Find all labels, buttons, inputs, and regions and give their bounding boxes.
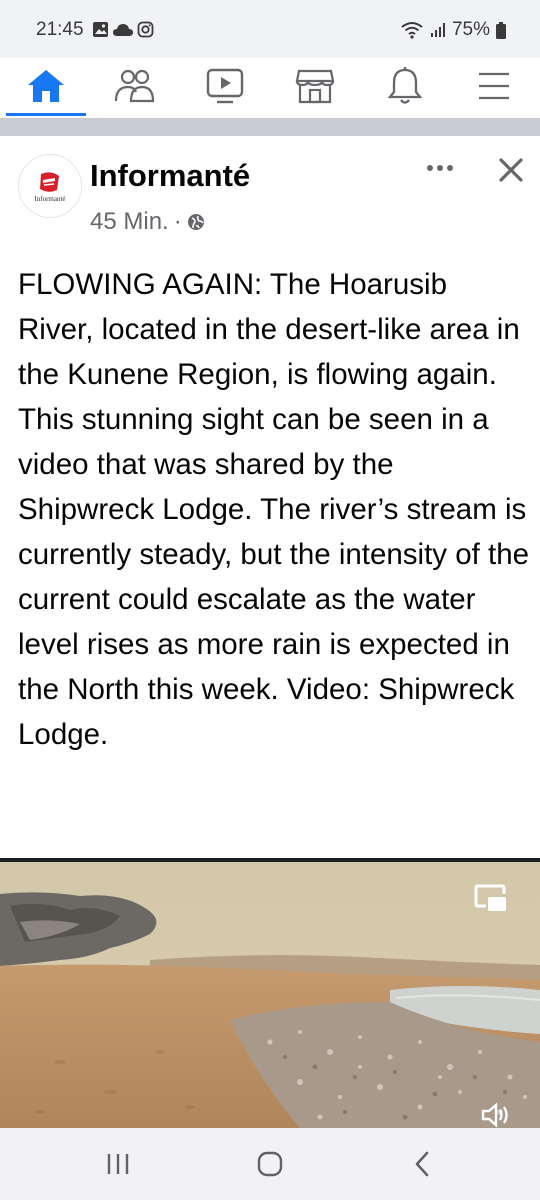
volume-button[interactable] (480, 1102, 510, 1128)
recents-button[interactable] (88, 1144, 148, 1184)
gallery-icon (93, 22, 108, 37)
watch-icon (206, 68, 244, 104)
page-avatar[interactable]: Informanté (18, 154, 82, 218)
video-frame (0, 862, 540, 1128)
informante-logo-icon (40, 171, 59, 192)
nav-watch[interactable] (185, 58, 265, 114)
avatar-text: Informanté (34, 194, 66, 203)
nav-notifications[interactable] (365, 58, 445, 114)
picture-in-picture-icon (474, 884, 506, 911)
more-options-icon (427, 165, 453, 171)
close-icon (499, 158, 523, 182)
nav-menu[interactable] (454, 58, 534, 114)
system-status: 75% (400, 19, 506, 41)
notification-icons (92, 21, 154, 38)
home-icon (28, 70, 64, 102)
android-navigation-bar (0, 1128, 540, 1200)
post-time[interactable]: 45 Min. (90, 208, 169, 236)
nav-marketplace[interactable] (275, 58, 355, 114)
marketplace-icon (295, 69, 335, 104)
post-text: FLOWING AGAIN: The Hoarusib River, locat… (18, 268, 530, 751)
nav-friends[interactable] (94, 58, 174, 114)
battery-icon (496, 21, 506, 39)
picture-in-picture-button[interactable] (474, 884, 508, 914)
home-icon (257, 1151, 283, 1177)
globe-icon (187, 214, 204, 230)
volume-icon (481, 1102, 508, 1128)
active-tab-indicator (6, 113, 86, 116)
post-meta: 45 Min. · (90, 208, 205, 236)
signal-icon (430, 23, 445, 37)
back-button[interactable] (392, 1144, 452, 1184)
facebook-nav-bar (0, 58, 540, 118)
post-header: Informanté Informanté 45 Min. · (0, 136, 540, 246)
meta-separator: · (173, 208, 182, 235)
android-home-button[interactable] (240, 1144, 300, 1184)
status-bar: 21:45 75% (0, 0, 540, 58)
nav-separator (0, 118, 540, 136)
menu-icon (479, 72, 509, 100)
notifications-icon (387, 67, 423, 104)
page-name[interactable]: Informanté (90, 158, 250, 194)
back-icon (415, 1151, 429, 1177)
nav-home[interactable] (6, 58, 86, 114)
hide-post-button[interactable] (494, 153, 528, 187)
video-player[interactable] (0, 862, 540, 1128)
wifi-icon (401, 22, 423, 39)
friends-icon (114, 69, 155, 103)
cloud-icon (113, 24, 133, 36)
instagram-icon (137, 21, 154, 38)
recents-icon (107, 1154, 129, 1174)
status-time: 21:45 (36, 19, 84, 40)
battery-percentage: 75% (451, 19, 490, 40)
more-options-button[interactable] (422, 156, 458, 180)
